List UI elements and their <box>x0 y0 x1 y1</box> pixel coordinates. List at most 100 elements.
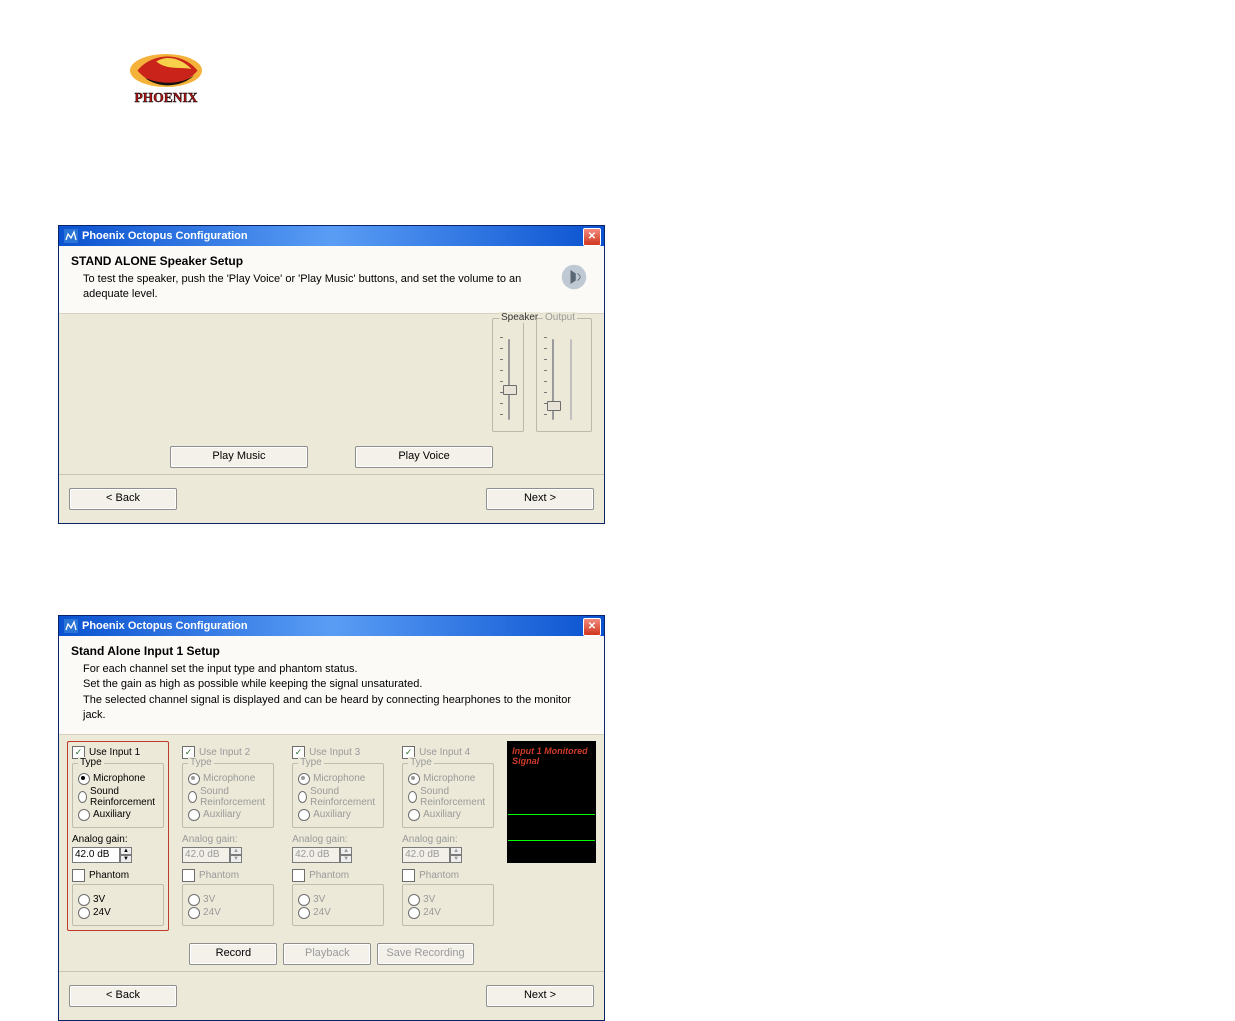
spin-down-icon[interactable]: ▼ <box>340 855 352 863</box>
phantom-value: 3V <box>203 894 215 905</box>
phantom-check <box>402 869 415 882</box>
spin-up-icon[interactable]: ▲ <box>450 847 462 855</box>
gain-value <box>292 847 340 863</box>
type-option: Sound Reinforcement <box>298 786 378 808</box>
phantom-label: Phantom <box>199 870 239 881</box>
type-option: Microphone <box>408 773 488 785</box>
spin-down-icon[interactable]: ▼ <box>230 855 242 863</box>
radio-icon <box>298 773 310 785</box>
speaker-slider[interactable] <box>499 337 517 422</box>
spin-down-icon[interactable]: ▼ <box>450 855 462 863</box>
radio-icon <box>408 907 420 919</box>
phantom-value: 3V <box>313 894 325 905</box>
type-option: Auxiliary <box>298 809 378 821</box>
type-label: Sound Reinforcement <box>90 786 158 808</box>
gain-stepper: ▲▼ <box>182 847 242 863</box>
play-music-button[interactable]: Play Music <box>170 446 308 468</box>
phantom-label: Phantom <box>309 870 349 881</box>
page-title: STAND ALONE Speaker Setup <box>71 254 552 268</box>
type-option[interactable]: Auxiliary <box>78 809 158 821</box>
close-icon[interactable]: ✕ <box>583 618 601 636</box>
spin-up-icon[interactable]: ▲ <box>230 847 242 855</box>
type-option: Auxiliary <box>188 809 268 821</box>
radio-icon <box>408 809 420 821</box>
phantom-value: 24V <box>93 907 111 918</box>
spin-up-icon[interactable]: ▲ <box>120 847 132 855</box>
type-label: Sound Reinforcement <box>310 786 378 808</box>
output-meter-right <box>567 337 585 422</box>
phantom-value: 3V <box>93 894 105 905</box>
page-title: Stand Alone Input 1 Setup <box>71 644 588 658</box>
logo-text: PHOENIX <box>134 90 197 105</box>
type-option: Microphone <box>188 773 268 785</box>
phantom-check <box>292 869 305 882</box>
radio-icon <box>298 894 310 906</box>
gain-stepper: ▲▼ <box>292 847 352 863</box>
radio-icon <box>408 894 420 906</box>
spin-up-icon[interactable]: ▲ <box>340 847 352 855</box>
phantom-option: 24V <box>188 907 268 919</box>
next-button[interactable]: Next > <box>486 985 594 1007</box>
radio-icon <box>188 907 200 919</box>
type-option: Microphone <box>298 773 378 785</box>
radio-icon <box>408 773 420 785</box>
phantom-label: Phantom <box>419 870 459 881</box>
phantom-option: 3V <box>78 894 158 906</box>
phoenix-logo: PHOENIX <box>120 48 215 108</box>
phantom-value: 24V <box>313 907 331 918</box>
type-option: Auxiliary <box>408 809 488 821</box>
page-subtitle: To test the speaker, push the 'Play Voic… <box>83 272 552 303</box>
back-button[interactable]: < Back <box>69 488 177 510</box>
type-label: Auxiliary <box>423 809 461 820</box>
signal-scope: Input 1 Monitored Signal <box>507 741 596 863</box>
type-option[interactable]: Microphone <box>78 773 158 785</box>
back-button[interactable]: < Back <box>69 985 177 1007</box>
page-subtitle: For each channel set the input type and … <box>83 662 588 724</box>
type-label: Microphone <box>313 773 365 784</box>
type-label: Microphone <box>93 773 145 784</box>
phantom-value: 24V <box>423 907 441 918</box>
speaker-setup-window: Phoenix Octopus Configuration ✕ STAND AL… <box>58 225 605 524</box>
radio-icon <box>78 773 90 785</box>
type-option[interactable]: Sound Reinforcement <box>78 786 158 808</box>
spin-down-icon[interactable]: ▼ <box>120 855 132 863</box>
type-label: Sound Reinforcement <box>200 786 268 808</box>
type-label: Sound Reinforcement <box>420 786 488 808</box>
type-label: Microphone <box>423 773 475 784</box>
next-button[interactable]: Next > <box>486 488 594 510</box>
gain-stepper[interactable]: ▲▼ <box>72 847 132 863</box>
gain-label: Analog gain: <box>292 834 384 845</box>
radio-icon <box>78 894 90 906</box>
phantom-check[interactable] <box>72 869 85 882</box>
output-slider-left[interactable] <box>543 337 561 422</box>
radio-icon <box>78 791 87 803</box>
phantom-option: 3V <box>408 894 488 906</box>
type-legend: Type <box>78 757 104 768</box>
speaker-group: Speaker <box>492 318 524 432</box>
type-label: Auxiliary <box>93 809 131 820</box>
gain-value[interactable] <box>72 847 120 863</box>
type-label: Auxiliary <box>203 809 241 820</box>
gain-label: Analog gain: <box>72 834 164 845</box>
titlebar[interactable]: Phoenix Octopus Configuration ✕ <box>59 616 604 636</box>
gain-value <box>182 847 230 863</box>
app-icon <box>64 229 78 243</box>
input-channel-3: ✓Use Input 3TypeMicrophoneSound Reinforc… <box>287 741 389 931</box>
gain-label: Analog gain: <box>402 834 494 845</box>
phantom-label: Phantom <box>89 870 129 881</box>
play-voice-button[interactable]: Play Voice <box>355 446 493 468</box>
radio-icon <box>188 894 200 906</box>
input-channel-1[interactable]: ✓Use Input 1TypeMicrophoneSound Reinforc… <box>67 741 169 931</box>
group-label: Speaker <box>499 312 540 323</box>
input-channel-4: ✓Use Input 4TypeMicrophoneSound Reinforc… <box>397 741 499 931</box>
input-setup-window: Phoenix Octopus Configuration ✕ Stand Al… <box>58 615 605 1021</box>
window-title: Phoenix Octopus Configuration <box>82 616 248 636</box>
type-legend: Type <box>298 757 324 768</box>
group-label: Output <box>543 312 577 323</box>
close-icon[interactable]: ✕ <box>583 228 601 246</box>
gain-label: Analog gain: <box>182 834 274 845</box>
type-option: Sound Reinforcement <box>408 786 488 808</box>
radio-icon <box>408 791 417 803</box>
type-legend: Type <box>188 757 214 768</box>
titlebar[interactable]: Phoenix Octopus Configuration ✕ <box>59 226 604 246</box>
